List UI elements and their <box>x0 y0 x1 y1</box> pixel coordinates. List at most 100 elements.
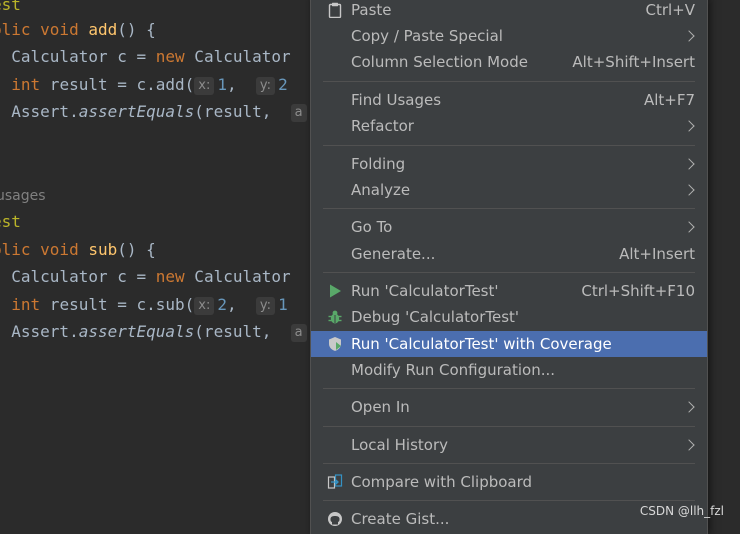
keyword: new <box>155 267 185 286</box>
menu-separator <box>323 388 695 389</box>
keyword: int <box>11 75 41 94</box>
code-line-9: Calculator c = new Calculator <box>0 265 291 289</box>
param-hint: y: <box>255 77 276 95</box>
watermark: CSDN @llh_fzl <box>639 504 724 518</box>
menu-separator <box>323 272 695 273</box>
param-hint: a <box>290 104 307 122</box>
param-hint: y: <box>255 297 276 315</box>
code-text: () { <box>117 20 156 39</box>
annotation-fragment: est <box>0 212 21 231</box>
menu-item-copy-paste-special[interactable]: Copy / Paste Special <box>311 23 707 49</box>
keyword: new <box>155 47 185 66</box>
menu-item-folding[interactable]: Folding <box>311 151 707 177</box>
menu-separator <box>323 145 695 146</box>
menu-item-open-in[interactable]: Open In <box>311 394 707 420</box>
code-line-8: blic void sub() { <box>0 238 156 262</box>
number-literal: 1 <box>278 295 288 314</box>
code-line-4: int result = c.add(x: 1, y: 2 <box>0 73 288 97</box>
menu-item-paste[interactable]: Paste Ctrl+V <box>311 0 707 23</box>
chevron-right-icon <box>683 120 695 132</box>
usages-hint[interactable]: usages <box>0 186 46 206</box>
menu-item-label: Open In <box>351 398 410 416</box>
shortcut-label: Ctrl+V <box>645 1 695 19</box>
menu-item-label: Find Usages <box>351 91 442 109</box>
code-text: Calculator c = <box>0 47 156 66</box>
menu-item-label: Compare with Clipboard <box>351 473 533 491</box>
github-icon <box>328 512 342 526</box>
param-hint: x: <box>194 77 215 95</box>
code-text: (result, <box>194 102 291 121</box>
method-name: add <box>88 20 118 39</box>
code-line-1: est <box>0 0 21 17</box>
code-text: Calculator <box>184 47 291 66</box>
code-line-7: est <box>0 210 21 234</box>
menu-item-debug[interactable]: Debug 'CalculatorTest' <box>311 304 707 330</box>
menu-item-label: Copy / Paste Special <box>351 27 503 45</box>
clipboard-icon <box>328 2 342 18</box>
keyword: int <box>11 295 41 314</box>
code-line-2: blic void add() { <box>0 18 156 42</box>
number-literal: 1 <box>217 75 228 94</box>
menu-item-label: Analyze <box>351 181 411 199</box>
param-hint: x: <box>194 297 215 315</box>
menu-item-local-history[interactable]: Local History <box>311 432 707 458</box>
code-line-3: Calculator c = new Calculator <box>0 45 291 69</box>
chevron-right-icon <box>683 401 695 413</box>
method-call: assertEquals <box>78 102 195 121</box>
menu-separator <box>323 463 695 464</box>
code-text: result = c.sub( <box>40 295 195 314</box>
menu-item-generate[interactable]: Generate... Alt+Insert <box>311 241 707 267</box>
code-text: (result, <box>194 322 291 341</box>
method-call: assertEquals <box>78 322 195 341</box>
method-name: sub <box>88 240 118 259</box>
code-text: Assert. <box>0 322 79 341</box>
menu-item-find-usages[interactable]: Find Usages Alt+F7 <box>311 87 707 113</box>
shortcut-label: Alt+Insert <box>619 245 695 263</box>
menu-item-label: Column Selection Mode <box>351 53 528 71</box>
menu-item-label: Local History <box>351 436 449 454</box>
menu-item-run-with-coverage[interactable]: Run 'CalculatorTest' with Coverage <box>311 331 707 357</box>
context-menu: Paste Ctrl+V Copy / Paste Special Column… <box>310 0 708 534</box>
menu-separator <box>323 208 695 209</box>
run-icon <box>330 284 341 298</box>
menu-item-label: Run 'CalculatorTest' with Coverage <box>351 335 612 353</box>
code-line-10: int result = c.sub(x: 2, y: 1 <box>0 293 288 317</box>
menu-item-go-to[interactable]: Go To <box>311 214 707 240</box>
code-text: Calculator <box>184 267 291 286</box>
menu-item-refactor[interactable]: Refactor <box>311 113 707 139</box>
menu-item-label: Paste <box>351 1 392 19</box>
menu-item-label: Refactor <box>351 117 414 135</box>
menu-item-label: Generate... <box>351 245 436 263</box>
menu-item-label: Debug 'CalculatorTest' <box>351 308 520 326</box>
chevron-right-icon <box>683 30 695 42</box>
code-text: , <box>227 75 256 94</box>
menu-separator <box>323 426 695 427</box>
keyword: blic void <box>0 20 89 39</box>
menu-separator <box>323 500 695 501</box>
debug-bug-icon <box>328 310 342 324</box>
shortcut-label: Ctrl+Shift+F10 <box>581 282 695 300</box>
menu-item-label: Go To <box>351 218 393 236</box>
compare-icon <box>327 474 343 489</box>
menu-item-compare-with-clipboard[interactable]: Compare with Clipboard <box>311 469 707 495</box>
code-text: result = c.add( <box>40 75 195 94</box>
number-literal: 2 <box>217 295 228 314</box>
menu-item-label: Modify Run Configuration... <box>351 361 556 379</box>
chevron-right-icon <box>683 184 695 196</box>
shortcut-label: Alt+F7 <box>643 91 695 109</box>
menu-item-column-selection-mode[interactable]: Column Selection Mode Alt+Shift+Insert <box>311 49 707 75</box>
coverage-shield-icon <box>329 337 341 351</box>
code-line-5: Assert.assertEquals(result, a <box>0 100 310 124</box>
number-literal: 2 <box>278 75 288 94</box>
code-text: Calculator c = <box>0 267 156 286</box>
shortcut-label: Alt+Shift+Insert <box>572 53 695 71</box>
annotation-fragment: est <box>0 0 21 14</box>
code-text: () { <box>117 240 156 259</box>
menu-item-analyze[interactable]: Analyze <box>311 177 707 203</box>
menu-item-modify-run-configuration[interactable]: Modify Run Configuration... <box>311 357 707 383</box>
menu-item-run[interactable]: Run 'CalculatorTest' Ctrl+Shift+F10 <box>311 278 707 304</box>
chevron-right-icon <box>683 158 695 170</box>
menu-separator <box>323 81 695 82</box>
param-hint: a <box>290 324 307 342</box>
code-text: , <box>227 295 256 314</box>
